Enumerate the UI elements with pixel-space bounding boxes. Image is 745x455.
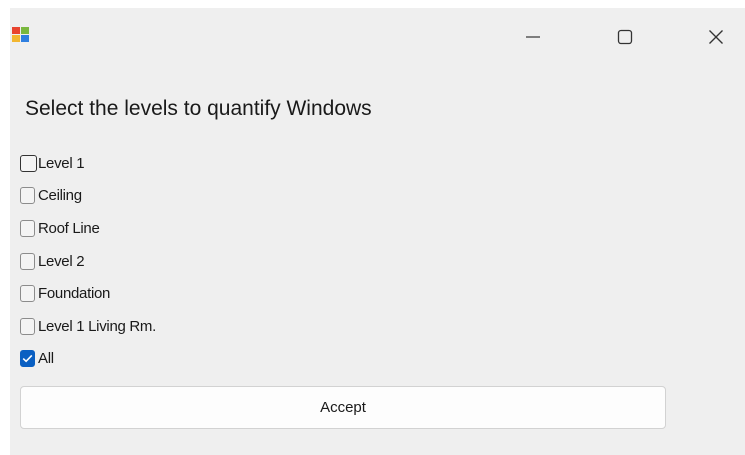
checkbox-box[interactable]	[20, 252, 35, 270]
checkbox-box[interactable]	[20, 317, 35, 335]
title-bar[interactable]	[10, 8, 745, 60]
checkbox-label: Level 1	[38, 154, 85, 172]
checkbox-box[interactable]	[20, 187, 35, 205]
level-checkbox-level-1[interactable]: Level 1	[20, 147, 156, 180]
maximize-button[interactable]	[602, 14, 648, 60]
minimize-button[interactable]	[510, 14, 556, 60]
level-checkbox-all[interactable]: All	[20, 343, 156, 376]
checkbox-label: All	[38, 350, 54, 368]
checkbox-box[interactable]	[20, 350, 35, 368]
close-button[interactable]	[693, 14, 739, 60]
level-checkbox-roof-line[interactable]: Roof Line	[20, 212, 156, 245]
checkbox-box[interactable]	[20, 154, 37, 172]
close-icon	[709, 30, 723, 44]
level-checkbox-ceiling[interactable]: Ceiling	[20, 180, 156, 213]
level-checkbox-foundation[interactable]: Foundation	[20, 277, 156, 310]
checkbox-label: Foundation	[38, 285, 111, 303]
prompt-label: Select the levels to quantify Windows	[25, 97, 372, 120]
app-icon	[12, 27, 29, 42]
minimize-icon	[526, 36, 540, 38]
checkbox-label: Level 1 Living Rm.	[38, 317, 156, 335]
checkbox-label: Ceiling	[38, 187, 82, 205]
level-checkbox-level-2[interactable]: Level 2	[20, 245, 156, 278]
checkmark-icon	[22, 355, 33, 363]
dialog-window: Select the levels to quantify Windows Le…	[10, 8, 745, 455]
maximize-icon	[617, 29, 633, 45]
checkbox-label: Level 2	[38, 252, 85, 270]
checkbox-box[interactable]	[20, 219, 35, 237]
checkbox-box[interactable]	[20, 285, 35, 303]
checkbox-label: Roof Line	[38, 219, 100, 237]
levels-list: Level 1 Ceiling Roof Line Level 2 Founda…	[20, 147, 156, 375]
accept-button[interactable]: Accept	[20, 386, 666, 429]
level-checkbox-level-1-living-rm[interactable]: Level 1 Living Rm.	[20, 310, 156, 343]
